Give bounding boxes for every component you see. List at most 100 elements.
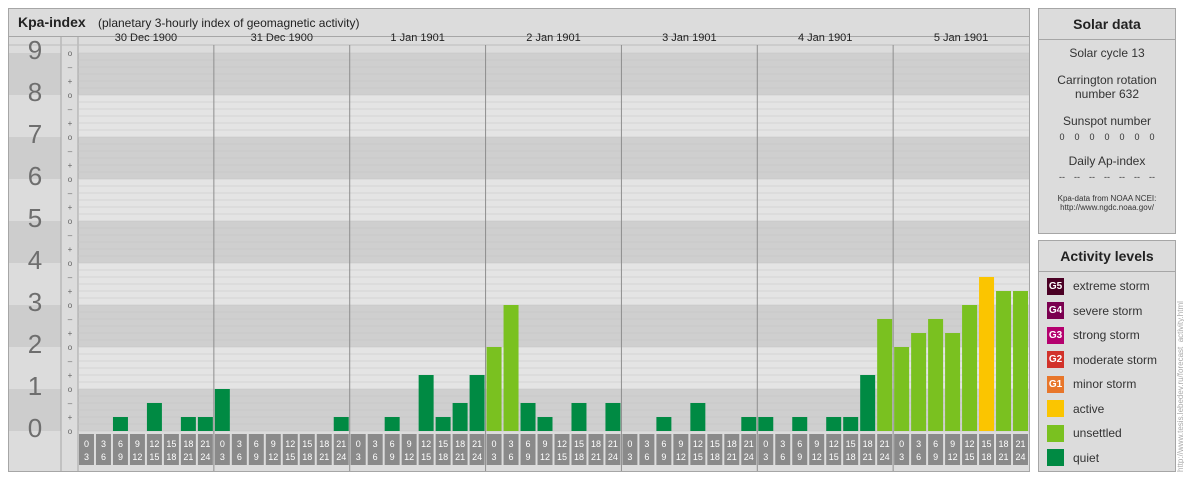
y-subtick: o	[68, 427, 73, 436]
kp-bar	[435, 417, 451, 431]
y-tick-label: 0	[28, 413, 42, 443]
interval-start-label: 15	[438, 439, 448, 449]
source-credit[interactable]: http://www.tesis.lebedev.ru/forecast_act…	[1176, 242, 1184, 472]
sunspot-value: 0	[1074, 132, 1080, 142]
sunspot-value: 0	[1089, 132, 1095, 142]
interval-start-label: 9	[678, 439, 683, 449]
legend-item-minor-storm: G1 minor storm	[1039, 372, 1175, 397]
interval-end-label: 12	[948, 452, 958, 462]
interval-start-label: 3	[644, 439, 649, 449]
interval-start-label: 12	[693, 439, 703, 449]
kp-bar	[843, 417, 859, 431]
interval-start-label: 21	[200, 439, 210, 449]
daily-ap-index-label: Daily Ap-index	[1068, 154, 1146, 168]
y-subtick: –	[68, 63, 73, 72]
kp-bar	[146, 402, 162, 431]
y-subtick: –	[68, 273, 73, 282]
ap-value: --	[1149, 172, 1155, 182]
legend-swatch: G2	[1047, 351, 1064, 369]
interval-start-label: 15	[574, 439, 584, 449]
y-subtick: –	[68, 105, 73, 114]
y-subtick: –	[68, 399, 73, 408]
kp-bar	[520, 402, 536, 431]
kp-bar	[877, 318, 893, 431]
interval-end-label: 18	[166, 452, 176, 462]
kp-bar	[452, 402, 468, 431]
kp-bar	[384, 417, 400, 431]
sunspot-value: 0	[1149, 132, 1155, 142]
y-subtick: –	[68, 189, 73, 198]
kp-bar	[962, 305, 978, 431]
data-source-label: Kpa-data from NOAA NCEI:	[1057, 194, 1157, 203]
ap-value: --	[1089, 172, 1095, 182]
interval-start-label: 18	[863, 439, 873, 449]
y-tick-label: 8	[28, 77, 42, 107]
interval-start-label: 3	[509, 439, 514, 449]
kpa-chart-panel: Kpa-index (planetary 3-hourly index of g…	[8, 8, 1030, 472]
interval-start-label: 6	[254, 439, 259, 449]
interval-end-label: 21	[727, 452, 737, 462]
kp-bar	[945, 333, 961, 431]
interval-end-label: 3	[84, 452, 89, 462]
solar-data-title: Solar data	[1039, 9, 1175, 40]
interval-end-label: 3	[899, 452, 904, 462]
y-tick-label: 7	[28, 119, 42, 149]
interval-start-label: 21	[336, 439, 346, 449]
interval-start-label: 18	[591, 439, 601, 449]
y-subtick: o	[68, 91, 73, 100]
interval-end-label: 15	[829, 452, 839, 462]
interval-end-label: 18	[846, 452, 856, 462]
day-label: 1 Jan 1901	[390, 32, 444, 44]
interval-end-label: 6	[509, 452, 514, 462]
kp-bar	[571, 402, 587, 431]
interval-start-label: 3	[237, 439, 242, 449]
y-subtick: +	[68, 371, 73, 380]
interval-end-label: 12	[540, 452, 550, 462]
carrington-rotation-number: number 632	[1074, 87, 1140, 101]
kp-bar	[214, 389, 230, 431]
sunspot-values: 0 0 0 0 0 0 0	[1039, 132, 1175, 142]
interval-start-label: 15	[982, 439, 992, 449]
legend-item-active: active	[1039, 397, 1175, 422]
interval-end-label: 15	[149, 452, 159, 462]
interval-end-label: 18	[302, 452, 312, 462]
interval-end-label: 24	[744, 452, 754, 462]
kp-bar	[826, 417, 842, 431]
legend-label: severe storm	[1073, 303, 1143, 318]
y-subtick: –	[68, 315, 73, 324]
kp-bar	[418, 375, 434, 431]
interval-end-label: 12	[132, 452, 142, 462]
solar-data-panel: Solar data Solar cycle 13 Carrington rot…	[1038, 8, 1176, 234]
y-subtick: o	[68, 49, 73, 58]
interval-end-label: 3	[220, 452, 225, 462]
ap-value: --	[1074, 172, 1080, 182]
legend-swatch: G4	[1047, 302, 1064, 320]
legend-swatch: G1	[1047, 375, 1064, 393]
kp-bar	[503, 305, 519, 431]
y-tick-label: 2	[28, 329, 42, 359]
kp-bar	[996, 291, 1012, 431]
carrington-rotation-label: Carrington rotation	[1057, 73, 1157, 87]
interval-end-label: 3	[627, 452, 632, 462]
data-source-link[interactable]: http://www.ngdc.noaa.gov/	[1039, 203, 1175, 212]
interval-end-label: 9	[390, 452, 395, 462]
legend-label: active	[1073, 401, 1105, 416]
interval-end-label: 9	[526, 452, 531, 462]
interval-end-label: 24	[200, 452, 210, 462]
kp-bar	[486, 347, 502, 431]
interval-start-label: 9	[135, 439, 140, 449]
interval-start-label: 9	[543, 439, 548, 449]
interval-end-label: 18	[982, 452, 992, 462]
interval-start-label: 6	[390, 439, 395, 449]
interval-end-label: 18	[438, 452, 448, 462]
legend-swatch	[1047, 449, 1064, 467]
kp-bar	[656, 417, 672, 431]
interval-end-label: 15	[965, 452, 975, 462]
interval-start-label: 6	[526, 439, 531, 449]
interval-start-label: 0	[763, 439, 768, 449]
day-label: 31 Dec 1900	[251, 32, 313, 44]
legend-label: unsettled	[1073, 426, 1122, 441]
ap-value: --	[1119, 172, 1125, 182]
sunspot-value: 0	[1059, 132, 1065, 142]
y-subtick: o	[68, 301, 73, 310]
